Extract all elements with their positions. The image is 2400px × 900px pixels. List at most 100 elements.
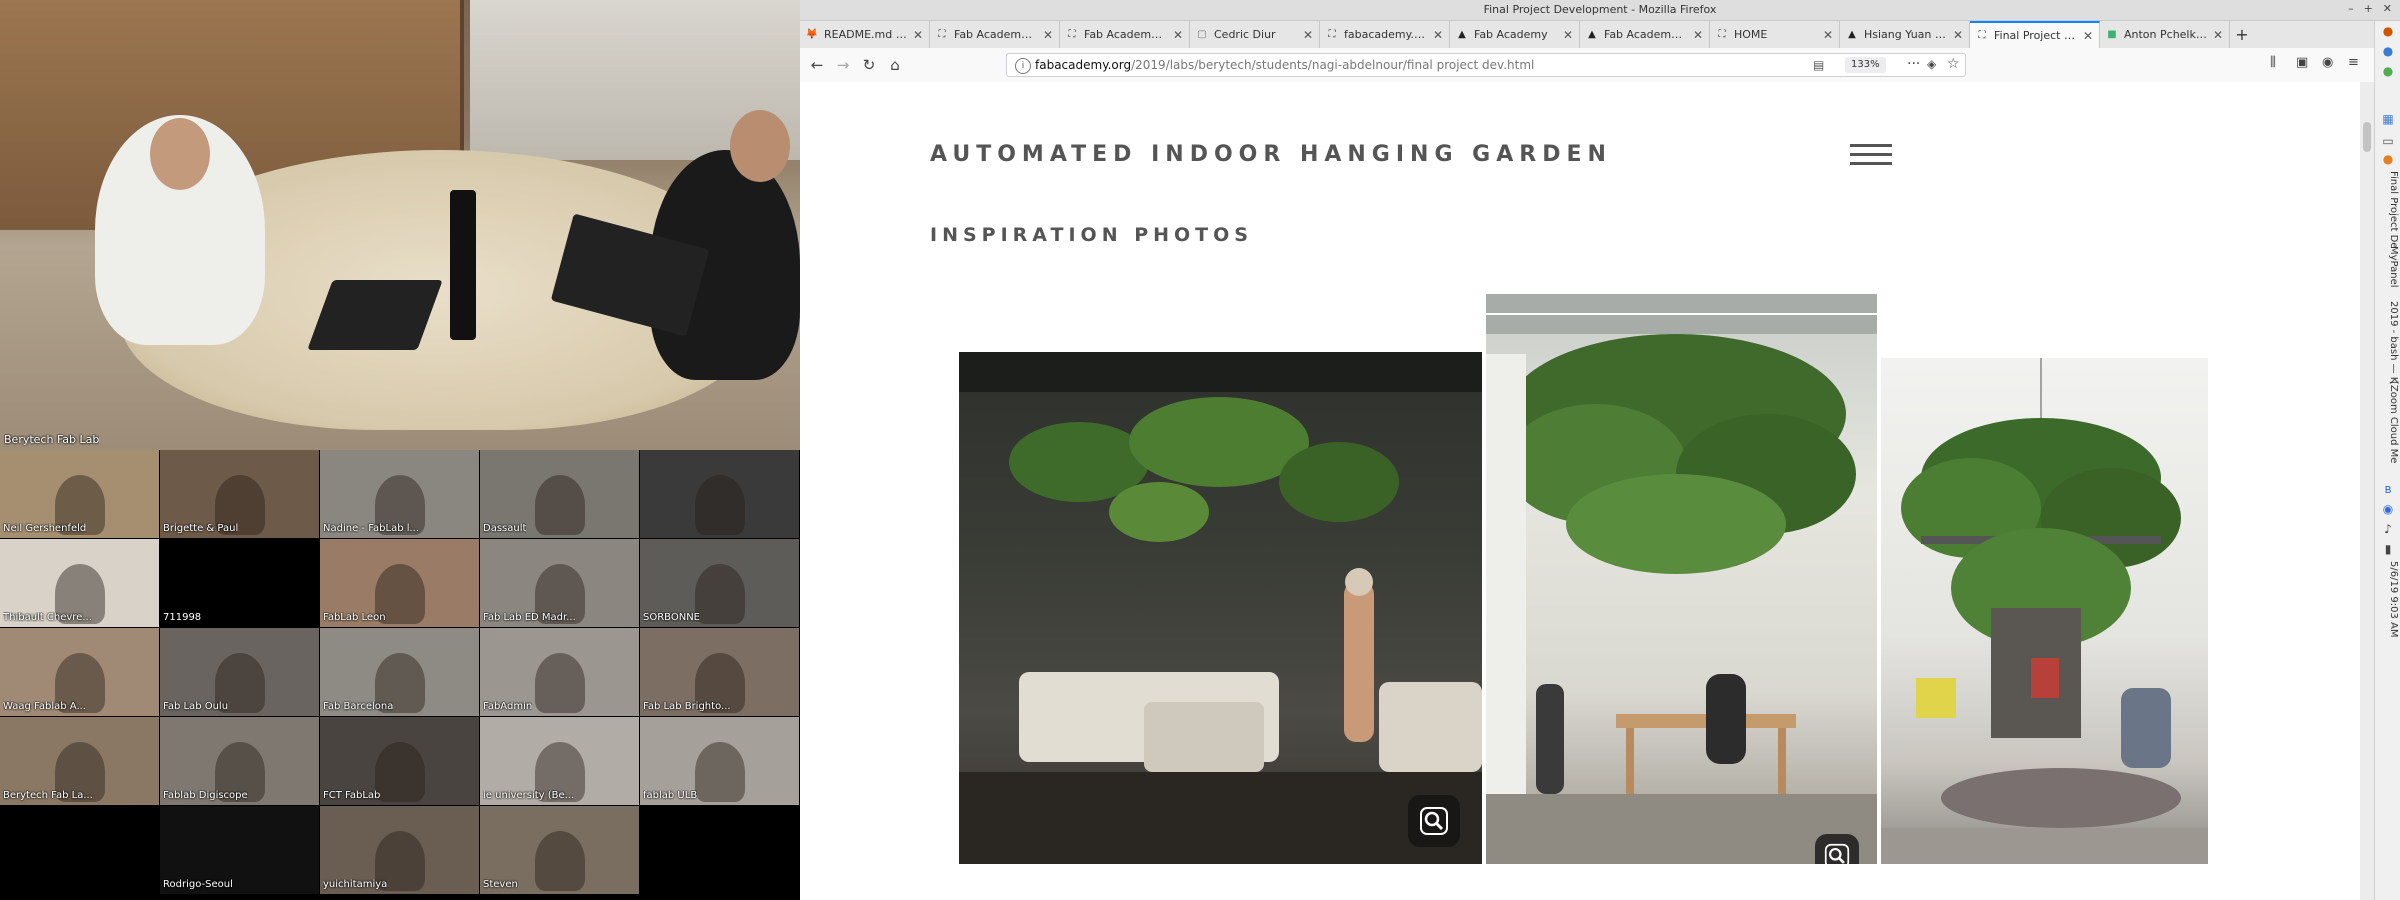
menu-icon[interactable]: ≡: [2348, 55, 2359, 70]
sidebar-toggle-icon[interactable]: ▣: [2296, 55, 2308, 70]
browser-tab[interactable]: ⛶ Final Project Dev ✕: [1970, 21, 2100, 48]
participant-tile[interactable]: FCT FabLab: [320, 717, 479, 805]
sync-icon[interactable]: ◉: [2322, 55, 2333, 70]
reader-view-icon[interactable]: ▤: [1813, 58, 1824, 72]
browser-tab[interactable]: ⛶ fabacademy.org/ ✕: [1320, 21, 1450, 48]
close-tab-icon[interactable]: ✕: [1563, 28, 1573, 42]
firefox-task-icon[interactable]: ●: [2380, 151, 2396, 167]
participant-tile[interactable]: [640, 806, 799, 894]
participant-tile[interactable]: yuichitamiya: [320, 806, 479, 894]
close-tab-icon[interactable]: ✕: [913, 28, 923, 42]
app-icon[interactable]: ▦: [2380, 111, 2396, 127]
participant-tile[interactable]: FabLab Leon: [320, 539, 479, 627]
bookmark-star-icon[interactable]: ☆: [1947, 56, 1960, 72]
window-titlebar: Final Project Development - Mozilla Fire…: [800, 0, 2400, 21]
participant-tile[interactable]: Fab Barcelona: [320, 628, 479, 716]
browser-tab[interactable]: ▲ Hsiang Yuan Ting ✕: [1840, 21, 1970, 48]
page-icon: ▢: [1197, 29, 1207, 40]
zoom-app-icon[interactable]: ◉: [2380, 501, 2396, 517]
participant-tile[interactable]: Fab Lab Brighto...: [640, 628, 799, 716]
participant-tile[interactable]: FabAdmin: [480, 628, 639, 716]
participant-tile[interactable]: [640, 450, 799, 538]
forward-button[interactable]: →: [832, 54, 854, 76]
taskbar-label[interactable]: 2019 - bash — K: [2377, 301, 2399, 383]
minimize-icon[interactable]: –: [2348, 2, 2354, 15]
pocket-icon[interactable]: ◈: [1927, 57, 1936, 71]
maximize-icon[interactable]: +: [2364, 2, 2373, 15]
participant-tile[interactable]: Fablab Digiscope: [160, 717, 319, 805]
browser-tab[interactable]: ▢ Cedric Diur ✕: [1190, 21, 1320, 48]
close-tab-icon[interactable]: ✕: [1953, 28, 1963, 42]
participant-tile[interactable]: Rodrigo-Seoul: [160, 806, 319, 894]
home-button[interactable]: ⌂: [884, 54, 906, 76]
browser-tab[interactable]: ▲ Fab Academy ✕: [1450, 21, 1580, 48]
participant-tile[interactable]: 711998: [160, 539, 319, 627]
close-tab-icon[interactable]: ✕: [2083, 29, 2093, 43]
cap-icon: ▲: [1588, 29, 1596, 40]
scrollbar-thumb[interactable]: [2363, 122, 2371, 152]
participant-tile[interactable]: Thibault Chevre...: [0, 539, 159, 627]
close-tab-icon[interactable]: ✕: [1043, 28, 1053, 42]
zoom-button[interactable]: [1408, 795, 1460, 847]
close-tab-icon[interactable]: ✕: [1173, 28, 1183, 42]
browser-tab[interactable]: ▲ Fab Academy Re ✕: [1580, 21, 1710, 48]
close-tab-icon[interactable]: ✕: [1823, 28, 1833, 42]
participant-tile[interactable]: Waag Fablab A...: [0, 628, 159, 716]
browser-tab[interactable]: ⛶ Fab Academy 20 ✕: [930, 21, 1060, 48]
app-icon[interactable]: ●: [2380, 43, 2396, 59]
photo-1-illustration: [959, 352, 1482, 864]
participant-tile[interactable]: Steven: [480, 806, 639, 894]
inspiration-photo-1[interactable]: [959, 352, 1482, 864]
close-tab-icon[interactable]: ✕: [1693, 28, 1703, 42]
app-icon[interactable]: ▭: [2380, 133, 2396, 149]
participant-name: Rodrigo-Seoul: [163, 879, 233, 890]
url-text[interactable]: fabacademy.org/2019/labs/berytech/studen…: [1035, 58, 1534, 72]
tab-strip: 🦊 README.md · ma ✕ ⛶ Fab Academy 20 ✕ ⛶ Fab Aca…: [800, 21, 2400, 48]
close-tab-icon[interactable]: ✕: [1303, 28, 1313, 42]
volume-icon[interactable]: ♪: [2380, 521, 2396, 537]
inspiration-photo-3[interactable]: [1881, 358, 2208, 864]
participant-tile[interactable]: Fab Lab ED Madr...: [480, 539, 639, 627]
close-icon[interactable]: ✕: [2383, 2, 2392, 15]
new-tab-button[interactable]: +: [2230, 21, 2254, 48]
zoom-button[interactable]: [1815, 834, 1859, 864]
participant-name: FabAdmin: [483, 701, 533, 712]
app-icon[interactable]: ●: [2380, 63, 2396, 79]
url-bar[interactable]: i fabacademy.org/2019/labs/berytech/stud…: [1006, 53, 1966, 77]
participant-tile[interactable]: Fab Lab Oulu: [160, 628, 319, 716]
participant-tile[interactable]: Nadine - FabLab l...: [320, 450, 479, 538]
taskbar-label[interactable]: Final Project De: [2377, 171, 2399, 248]
participant-tile[interactable]: SORBONNE: [640, 539, 799, 627]
page-actions-icon[interactable]: ···: [1907, 56, 1920, 72]
vertical-scrollbar[interactable]: [2360, 82, 2374, 900]
participant-tile[interactable]: [0, 806, 159, 894]
reload-button[interactable]: ↻: [858, 54, 880, 76]
browser-tab[interactable]: ⛶ HOME ✕: [1710, 21, 1840, 48]
participant-tile[interactable]: Brigette & Paul: [160, 450, 319, 538]
close-tab-icon[interactable]: ✕: [2213, 28, 2223, 42]
participant-tile[interactable]: Neil Gershenfeld: [0, 450, 159, 538]
browser-tab[interactable]: 🦊 README.md · ma ✕: [800, 21, 930, 48]
participant-tile[interactable]: Dassault: [480, 450, 639, 538]
participant-tile[interactable]: fablab ULB: [640, 717, 799, 805]
browser-tab[interactable]: ■ Anton Pchelkin - ✕: [2100, 21, 2230, 48]
participant-tile[interactable]: ie university (Be...: [480, 717, 639, 805]
participant-tile[interactable]: Berytech Fab La...: [0, 717, 159, 805]
tab-title: HOME: [1734, 28, 1768, 41]
bluetooth-icon[interactable]: ʙ: [2380, 481, 2396, 497]
zoom-level-badge[interactable]: 133%: [1845, 57, 1886, 73]
url-path: /2019/labs/berytech/students/nagi-abdeln…: [1131, 58, 1535, 72]
main-video-feed[interactable]: Berytech Fab Lab: [0, 0, 800, 450]
taskbar-label[interactable]: MyPanel: [2377, 246, 2399, 288]
firefox-icon[interactable]: ●: [2380, 23, 2396, 39]
browser-tab[interactable]: ⛶ Fab Academy 20 ✕: [1060, 21, 1190, 48]
battery-icon[interactable]: ▮: [2380, 541, 2396, 557]
taskbar-label[interactable]: [Zoom Cloud Me: [2377, 381, 2399, 463]
hamburger-menu-icon[interactable]: [1850, 144, 1892, 168]
inspiration-photo-2[interactable]: [1486, 294, 1877, 864]
close-tab-icon[interactable]: ✕: [1433, 28, 1443, 42]
info-icon[interactable]: i: [1015, 58, 1031, 74]
library-icon[interactable]: ⫼: [2270, 55, 2276, 70]
back-button[interactable]: ←: [806, 54, 828, 76]
tab-title: Anton Pchelkin -: [2124, 28, 2207, 41]
